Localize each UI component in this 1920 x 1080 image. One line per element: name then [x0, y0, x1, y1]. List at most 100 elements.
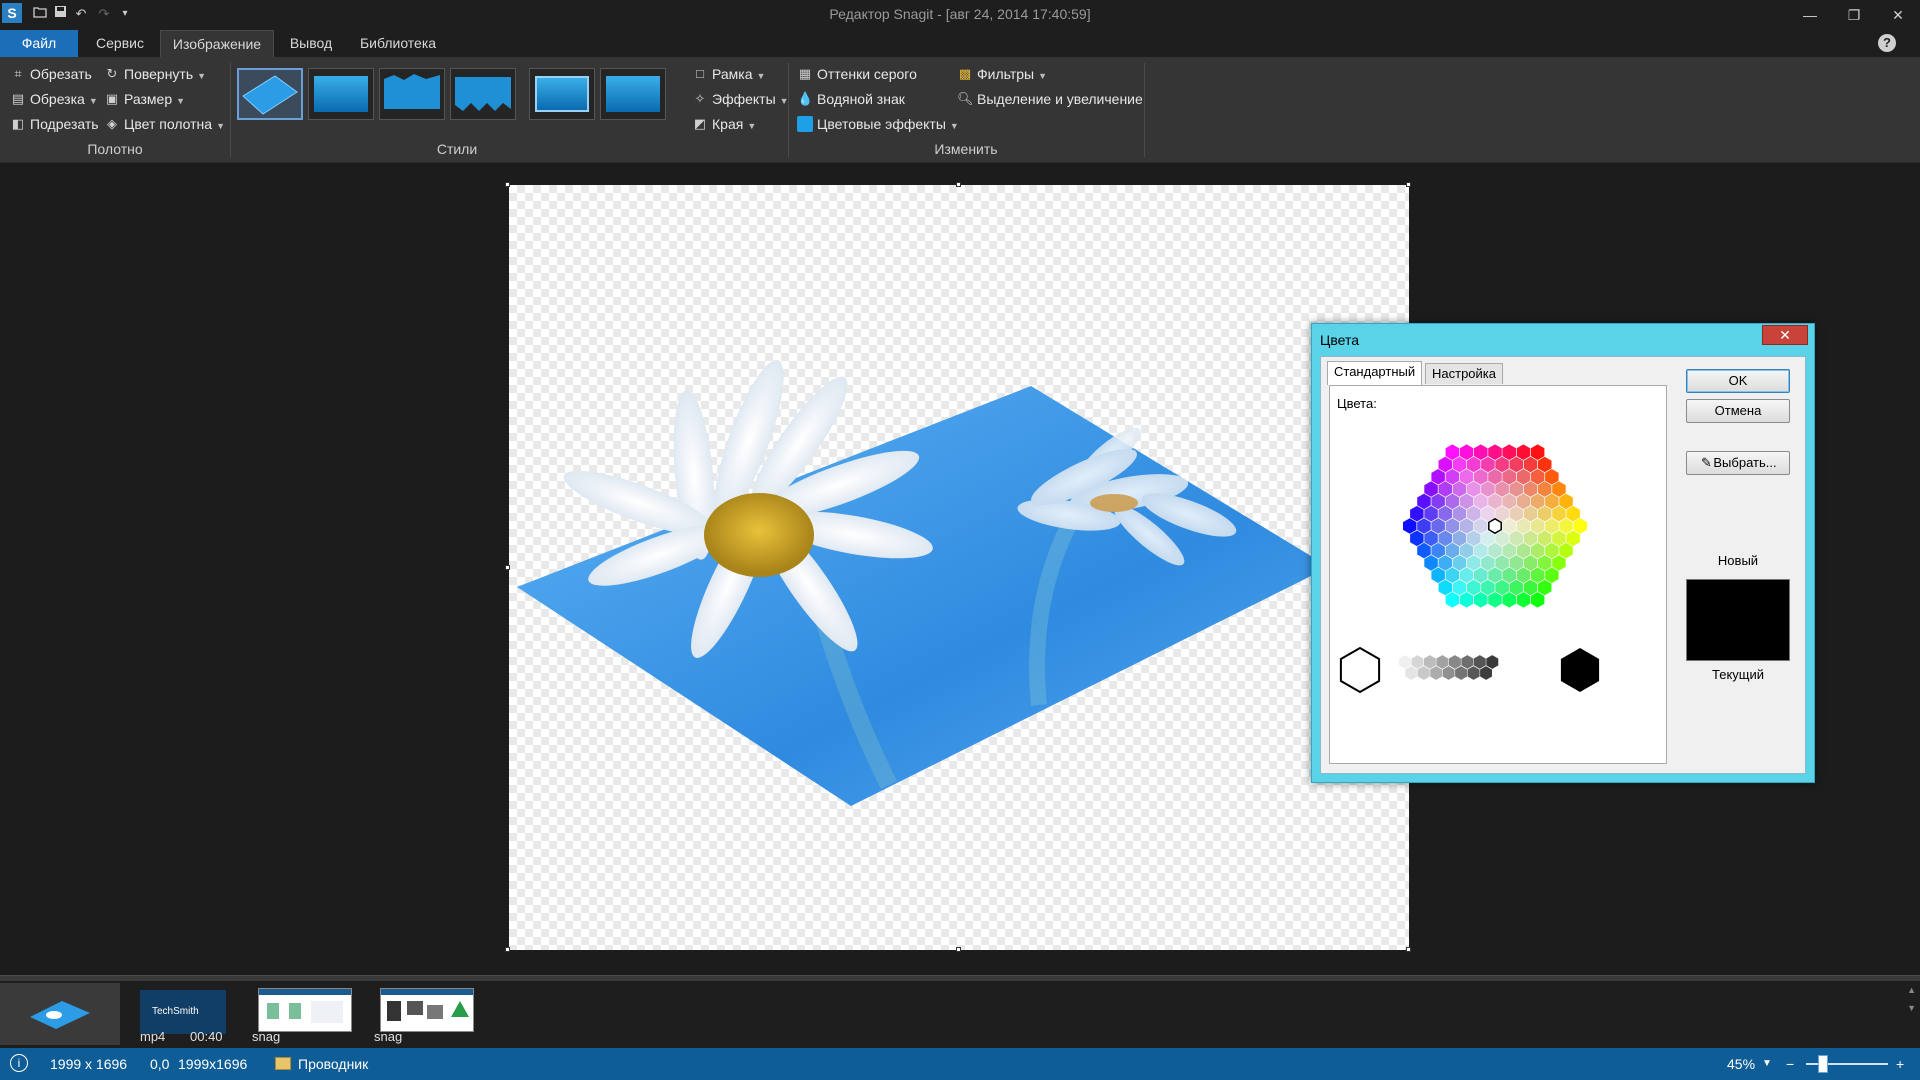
color-cell[interactable]: [1566, 505, 1580, 522]
color-cell[interactable]: [1566, 530, 1580, 547]
color-cell[interactable]: [1502, 518, 1516, 534]
color-cell[interactable]: [1474, 518, 1488, 534]
color-cell[interactable]: [1495, 505, 1509, 522]
color-cell[interactable]: [1552, 481, 1566, 497]
color-cell[interactable]: [1516, 567, 1531, 583]
color-cell[interactable]: [1516, 542, 1531, 559]
color-cell[interactable]: [1431, 469, 1445, 485]
color-cell[interactable]: [1502, 567, 1516, 583]
gray-swatch[interactable]: [1339, 646, 1381, 694]
color-cell[interactable]: [1523, 530, 1538, 547]
resize-handle-top[interactable]: [956, 182, 961, 187]
color-cell[interactable]: [1488, 592, 1502, 608]
style-thumb-border[interactable]: [529, 68, 595, 120]
color-cell[interactable]: [1459, 542, 1474, 559]
color-cell[interactable]: [1474, 493, 1488, 510]
grayscale-button[interactable]: ▦ Оттенки серого: [797, 63, 917, 85]
color-cell[interactable]: [1516, 592, 1531, 608]
tab-image[interactable]: Изображение: [160, 30, 274, 57]
gray-swatch[interactable]: [1455, 666, 1468, 680]
border-button[interactable]: □ Рамка ▼: [692, 63, 765, 85]
dialog-close-button[interactable]: ✕: [1762, 325, 1808, 345]
gray-swatch[interactable]: [1411, 655, 1424, 669]
color-cell[interactable]: [1538, 579, 1552, 596]
color-cell[interactable]: [1459, 592, 1474, 608]
color-cell[interactable]: [1466, 555, 1481, 571]
color-cell[interactable]: [1523, 555, 1538, 571]
color-cell[interactable]: [1538, 555, 1552, 571]
color-cell[interactable]: [1445, 469, 1460, 485]
gray-swatch[interactable]: [1560, 648, 1600, 692]
gray-swatch[interactable]: [1480, 666, 1492, 680]
color-cell[interactable]: [1438, 481, 1453, 497]
color-cell[interactable]: [1474, 542, 1488, 559]
gray-swatch[interactable]: [1430, 666, 1443, 680]
tab-standard[interactable]: Стандартный: [1327, 361, 1423, 385]
resize-handle-left[interactable]: [505, 565, 510, 570]
resize-handle-top-left[interactable]: [505, 182, 510, 187]
color-cell[interactable]: [1445, 444, 1460, 460]
style-thumb-plain[interactable]: [600, 68, 666, 120]
color-cell[interactable]: [1545, 542, 1559, 559]
tray-scroll-up-icon[interactable]: ▲: [1907, 985, 1916, 995]
color-cell[interactable]: [1481, 505, 1495, 522]
color-cell[interactable]: [1403, 518, 1417, 534]
gray-swatch[interactable]: [1417, 666, 1430, 680]
color-cell[interactable]: [1466, 579, 1481, 596]
color-cell[interactable]: [1424, 481, 1438, 497]
color-cell[interactable]: [1452, 555, 1467, 571]
color-cell[interactable]: [1488, 518, 1502, 534]
zoom-in-icon[interactable]: +: [1896, 1056, 1904, 1072]
resize-handle-bottom-left[interactable]: [505, 947, 510, 952]
tab-file[interactable]: Файл: [0, 30, 78, 57]
color-cell[interactable]: [1481, 530, 1495, 547]
color-cell[interactable]: [1545, 469, 1559, 485]
color-cell[interactable]: [1530, 518, 1545, 534]
color-cell[interactable]: [1424, 505, 1438, 522]
color-cell[interactable]: [1530, 567, 1545, 583]
color-cell[interactable]: [1410, 505, 1424, 522]
cancel-button[interactable]: Отмена: [1686, 399, 1790, 423]
color-cell[interactable]: [1545, 567, 1559, 583]
color-cell[interactable]: [1516, 444, 1531, 460]
color-cell[interactable]: [1538, 456, 1552, 473]
color-cell[interactable]: [1509, 505, 1524, 522]
color-cell[interactable]: [1502, 469, 1516, 485]
color-cell[interactable]: [1545, 518, 1559, 534]
color-cell[interactable]: [1410, 530, 1424, 547]
color-cell[interactable]: [1459, 469, 1474, 485]
color-cell[interactable]: [1509, 530, 1524, 547]
color-cell[interactable]: [1466, 505, 1481, 522]
color-cell[interactable]: [1488, 493, 1502, 510]
gray-swatch[interactable]: [1467, 666, 1480, 680]
color-cell[interactable]: [1452, 481, 1467, 497]
tab-custom[interactable]: Настройка: [1425, 363, 1503, 384]
resize-handle-bottom-right[interactable]: [1406, 947, 1411, 952]
color-cell[interactable]: [1530, 592, 1545, 608]
color-cell[interactable]: [1445, 518, 1460, 534]
tray-thumb-current[interactable]: [0, 983, 120, 1045]
tab-library[interactable]: Библиотека: [350, 30, 446, 57]
tab-tools[interactable]: Сервис: [84, 30, 156, 57]
color-cell[interactable]: [1495, 481, 1509, 497]
color-cell[interactable]: [1502, 592, 1516, 608]
color-cell[interactable]: [1452, 530, 1467, 547]
color-cell[interactable]: [1488, 567, 1502, 583]
resize-handle-bottom[interactable]: [956, 947, 961, 952]
grayscale-swatches[interactable]: [1335, 640, 1635, 700]
color-cell[interactable]: [1424, 530, 1438, 547]
color-cell[interactable]: [1559, 493, 1573, 510]
color-cell[interactable]: [1538, 505, 1552, 522]
eyedropper-button[interactable]: ✎ Выбрать...: [1686, 451, 1790, 475]
watermark-button[interactable]: 💧 Водяной знак: [797, 88, 905, 110]
color-cell[interactable]: [1523, 481, 1538, 497]
close-icon[interactable]: ✕: [1883, 4, 1913, 26]
color-cell[interactable]: [1495, 530, 1509, 547]
ok-button[interactable]: OK: [1686, 369, 1790, 393]
spotlight-button[interactable]: 🔍︎ Выделение и увеличение: [957, 88, 1143, 110]
color-cell[interactable]: [1516, 469, 1531, 485]
color-cell[interactable]: [1459, 518, 1474, 534]
color-cell[interactable]: [1538, 530, 1552, 547]
color-cell[interactable]: [1474, 592, 1488, 608]
color-cell[interactable]: [1466, 456, 1481, 473]
